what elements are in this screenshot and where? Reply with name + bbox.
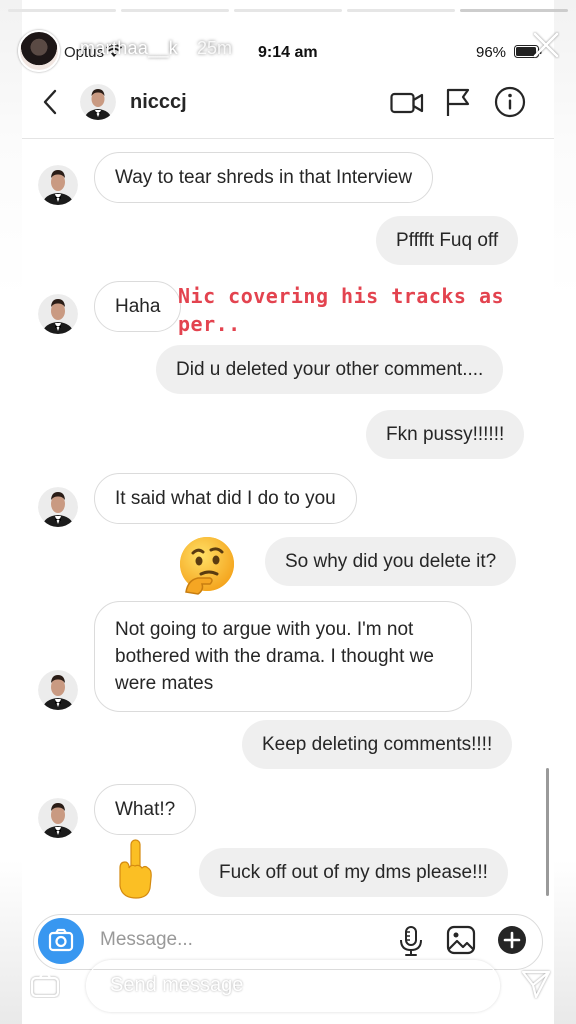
outgoing-message[interactable]: So why did you delete it? [265, 537, 517, 586]
story-progress-bar [8, 9, 568, 12]
outgoing-message[interactable]: Did u deleted your other comment.... [156, 345, 504, 394]
sender-avatar[interactable] [38, 294, 78, 334]
story-reply-placeholder[interactable]: Send message [110, 974, 243, 997]
outgoing-message[interactable]: Keep deleting comments!!!! [242, 720, 513, 769]
camera-button[interactable] [38, 918, 84, 964]
status-clock: 9:14 am [258, 44, 318, 61]
thread-scrollbar[interactable] [546, 768, 549, 896]
incoming-message[interactable]: Not going to argue with you. I'm not bot… [94, 601, 472, 712]
camera-icon [48, 928, 74, 952]
incoming-message[interactable]: It said what did I do to you [94, 473, 357, 524]
story-camera-icon[interactable] [30, 972, 60, 998]
video-call-icon[interactable] [390, 90, 424, 116]
thinking-face-icon [180, 537, 234, 595]
story-timestamp: 25m [197, 38, 233, 58]
progress-segment [234, 9, 342, 12]
sender-avatar[interactable] [38, 165, 78, 205]
conversation-username[interactable]: nicccj [130, 91, 187, 114]
send-direct-icon[interactable] [520, 968, 552, 1000]
gallery-icon[interactable] [446, 925, 476, 955]
progress-segment [347, 9, 455, 12]
microphone-icon[interactable] [398, 925, 424, 957]
sender-avatar[interactable] [38, 798, 78, 838]
outgoing-message[interactable]: Fkn pussy!!!!!! [366, 410, 525, 459]
incoming-message[interactable]: Way to tear shreds in that Interview [94, 152, 434, 203]
message-input[interactable]: Message... [100, 929, 193, 951]
outgoing-message[interactable]: Fuck off out of my dms please!!! [199, 848, 508, 897]
middle-finger-icon [119, 839, 152, 899]
conversation-avatar[interactable] [80, 84, 116, 120]
outgoing-message[interactable]: Pfffft Fuq off [376, 216, 519, 265]
progress-segment [121, 9, 229, 12]
sender-avatar[interactable] [38, 670, 78, 710]
progress-segment [460, 9, 568, 12]
story-username[interactable]: marthaa__k [80, 38, 178, 59]
header-divider [22, 138, 554, 139]
info-icon[interactable] [494, 86, 526, 118]
sender-avatar[interactable] [38, 487, 78, 527]
add-plus-icon[interactable] [497, 925, 527, 955]
more-options-icon[interactable] [450, 978, 472, 986]
story-user-avatar[interactable] [18, 30, 60, 72]
battery-percentage: 96% [476, 44, 507, 61]
close-icon[interactable] [532, 31, 560, 59]
incoming-message[interactable]: What!? [94, 784, 197, 835]
story-text-overlay: Nic covering his tracks as per.. [178, 284, 505, 336]
report-flag-icon[interactable] [445, 87, 471, 117]
progress-segment [8, 9, 116, 12]
incoming-message[interactable]: Haha [94, 281, 182, 332]
back-chevron-icon[interactable] [40, 88, 60, 116]
